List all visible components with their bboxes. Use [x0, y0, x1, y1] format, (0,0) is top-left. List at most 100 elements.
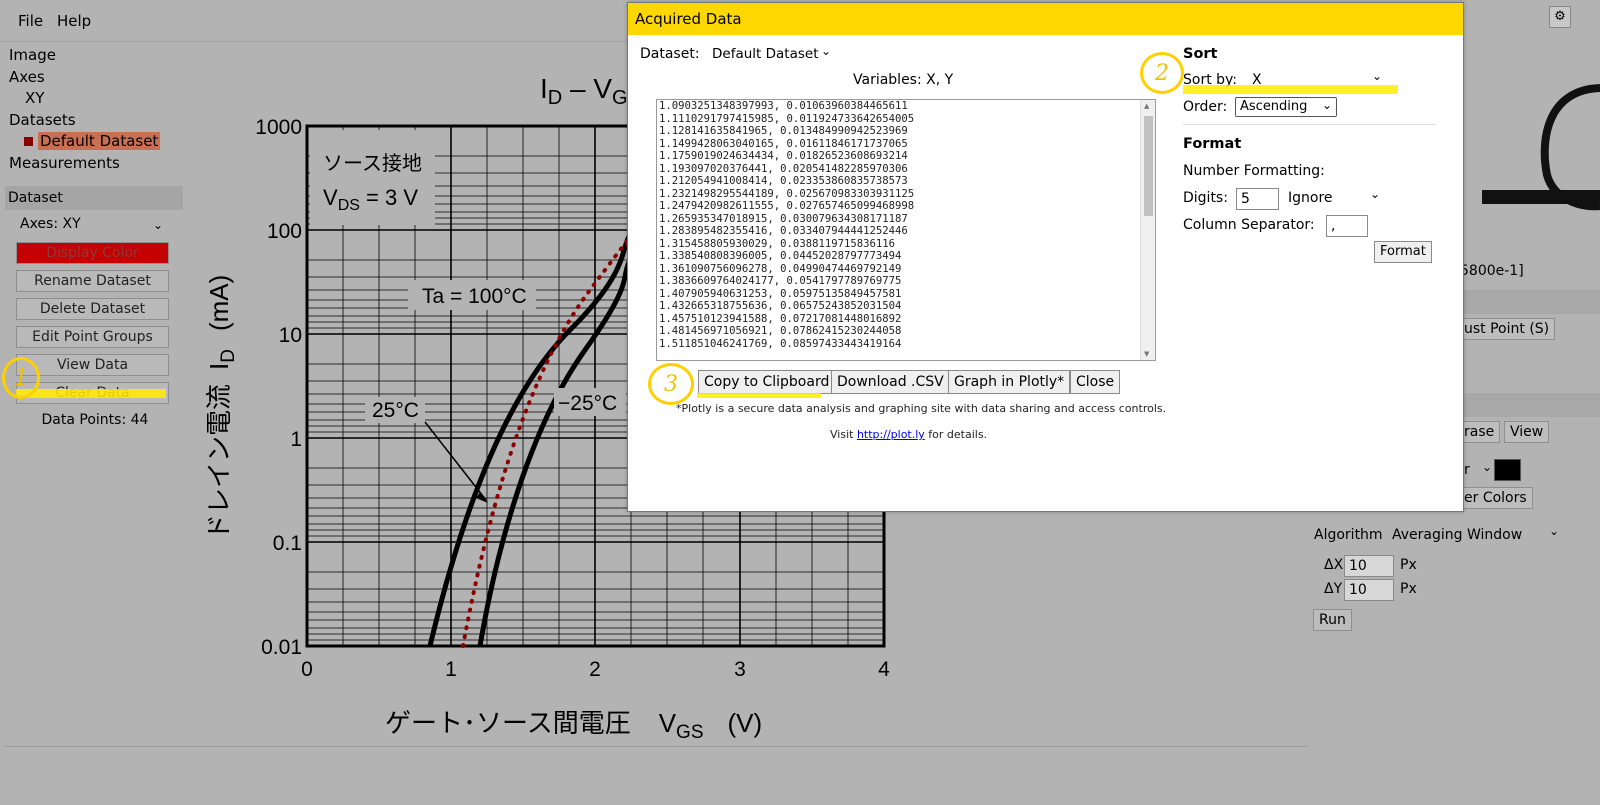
- color-swatch[interactable]: [1494, 459, 1521, 481]
- data-line: 1.1759019024634434, 0.01826523608693214: [659, 150, 908, 162]
- dx-label: ΔX: [1324, 557, 1344, 573]
- dataset-color-square: [24, 137, 33, 146]
- data-line: 1.338540808396005, 0.04452028797773494: [659, 250, 902, 262]
- graph-title: ID – VG: [540, 73, 628, 109]
- divider: [1183, 124, 1436, 125]
- number-formatting-label: Number Formatting:: [1183, 163, 1325, 179]
- tree-item-default-dataset[interactable]: Default Dataset: [5, 131, 185, 153]
- gear-icon[interactable]: ⚙: [1549, 6, 1571, 28]
- condition-box: [310, 130, 435, 225]
- data-line: 1.481456971056921, 0.07862415230244058: [659, 325, 902, 337]
- scroll-up-icon[interactable]: ▲: [1144, 102, 1149, 110]
- data-line: 1.193097020376441, 0.020541482285970306: [659, 162, 908, 175]
- erase-button[interactable]: rase: [1458, 421, 1501, 443]
- data-line: 1.3836609764024177, 0.0541797789769775: [659, 275, 902, 287]
- x-tick-labels: 0 1 2 3 4: [301, 658, 890, 681]
- order-select[interactable]: Ascending ⌄: [1235, 97, 1337, 117]
- digits-input[interactable]: 5: [1236, 188, 1279, 210]
- digits-label: Digits:: [1183, 190, 1228, 206]
- rename-dataset-button[interactable]: Rename Dataset: [16, 270, 169, 292]
- data-line: 1.457510123941588, 0.07217081448016892: [659, 312, 902, 325]
- plotly-visit-line: Visit http://plot.ly for details.: [830, 428, 988, 441]
- highlight-sort-by: [1183, 85, 1398, 94]
- chevron-down-icon[interactable]: ⌄: [1549, 524, 1559, 538]
- tree-item-image[interactable]: Image: [5, 45, 185, 67]
- tree-item-measurements[interactable]: Measurements: [5, 153, 185, 175]
- chevron-down-icon[interactable]: ⌄: [821, 44, 831, 58]
- dx-input[interactable]: 10: [1344, 555, 1394, 577]
- dataset-select[interactable]: Default Dataset: [712, 46, 818, 62]
- ignore-select[interactable]: Ignore: [1288, 190, 1333, 206]
- y-tick: 0.01: [261, 636, 302, 659]
- box-text-2: VDS = 3 V: [323, 185, 418, 214]
- dy-label: ΔY: [1324, 581, 1343, 597]
- graph-in-plotly-button[interactable]: Graph in Plotly*: [948, 370, 1071, 394]
- data-points-count: Data Points: 44: [41, 412, 149, 428]
- chevron-down-icon[interactable]: ⌄: [1372, 69, 1382, 83]
- download-csv-button[interactable]: Download .CSV: [831, 370, 950, 394]
- x-axis-label: ゲート･ソース間電圧 VGS (V): [385, 708, 762, 743]
- column-separator-input[interactable]: ,: [1326, 215, 1368, 237]
- data-line: 1.361090756096278, 0.04990474469792149: [659, 262, 902, 275]
- data-line: 1.265935347018915, 0.030079634308171187: [659, 212, 908, 225]
- highlight-copy-clipboard: [697, 393, 821, 398]
- dy-input[interactable]: 10: [1344, 579, 1394, 601]
- copy-to-clipboard-button[interactable]: Copy to Clipboard: [698, 370, 836, 394]
- box-text-1: ソース接地: [323, 152, 422, 175]
- y-tick: 1: [290, 428, 302, 451]
- x-tick: 2: [589, 658, 601, 681]
- format-title: Format: [1183, 136, 1242, 152]
- run-button[interactable]: Run: [1313, 609, 1352, 631]
- data-line: 1.0903251348397993, 0.01063960384465611: [659, 100, 908, 112]
- px-label: Px: [1400, 557, 1417, 573]
- adjust-point-button[interactable]: ust Point (S): [1458, 318, 1556, 340]
- axes-select[interactable]: Axes: XY ⌄: [5, 216, 185, 238]
- display-color-button[interactable]: Display Color: [16, 242, 169, 264]
- coordinate-readout: 5800e-1]: [1460, 263, 1524, 279]
- scrollbar-thumb[interactable]: [1144, 116, 1153, 216]
- chevron-down-icon[interactable]: ⌄: [1370, 187, 1380, 201]
- algorithm-select[interactable]: Averaging Window: [1392, 527, 1522, 543]
- filter-colors-button[interactable]: er Colors: [1458, 487, 1533, 509]
- scrollbar[interactable]: ▲ ▼: [1140, 100, 1155, 360]
- y-tick: 1000: [255, 116, 302, 139]
- y-tick: 10: [279, 324, 302, 347]
- acquired-data-dialog: Acquired Data Dataset: Default Dataset ⌄…: [627, 2, 1464, 512]
- format-button[interactable]: Format: [1374, 241, 1432, 263]
- order-label: Order:: [1183, 99, 1228, 115]
- annotation-m25c: −25°C: [558, 392, 617, 415]
- scroll-down-icon[interactable]: ▼: [1144, 350, 1149, 358]
- y-axis-label: ドレイン電流ID(mA): [204, 275, 239, 540]
- data-line: 1.212054941008414, 0.023353860835738573: [659, 175, 908, 187]
- data-line: 1.128141635841965, 0.013484990942523969: [659, 125, 908, 137]
- view-button[interactable]: View: [1504, 421, 1550, 443]
- menu-help[interactable]: Help: [57, 12, 91, 30]
- annotation-circle-3: 3: [648, 363, 694, 405]
- variables-label: Variables: X, Y: [853, 72, 954, 88]
- menu-file[interactable]: File: [18, 12, 43, 30]
- x-tick: 3: [734, 658, 746, 681]
- delete-dataset-button[interactable]: Delete Dataset: [16, 298, 169, 320]
- axes-select-value: Axes: XY: [20, 216, 81, 232]
- algorithm-label: Algorithm: [1314, 527, 1383, 543]
- data-lines: 1.0903251348397993, 0.01063960384465611 1…: [659, 100, 914, 350]
- plotly-link[interactable]: http://plot.ly: [857, 428, 925, 441]
- color-label: r: [1464, 462, 1470, 478]
- sort-title: Sort: [1183, 46, 1218, 62]
- tree-item-xy[interactable]: XY: [5, 88, 185, 110]
- arrow-line: [424, 421, 487, 501]
- data-textarea[interactable]: 1.0903251348397993, 0.01063960384465611 1…: [656, 99, 1156, 361]
- tree-item-axes[interactable]: Axes: [5, 67, 185, 89]
- px-label: Px: [1400, 581, 1417, 597]
- close-button[interactable]: Close: [1070, 370, 1121, 394]
- curve-m25c: [477, 258, 633, 647]
- chevron-down-icon: ⌄: [153, 218, 164, 232]
- annotation-100c: Ta = 100°C: [422, 285, 527, 308]
- data-line: 1.511851046241769, 0.08597433443419164: [659, 337, 902, 350]
- column-separator-label: Column Separator:: [1183, 217, 1315, 233]
- edit-point-groups-button[interactable]: Edit Point Groups: [16, 326, 169, 348]
- chevron-down-icon[interactable]: ⌄: [1482, 460, 1492, 474]
- y-tick: 0.1: [273, 532, 302, 555]
- tree-item-datasets[interactable]: Datasets: [5, 110, 185, 132]
- data-line: 1.2479420982611555, 0.027657465099468998: [659, 200, 915, 212]
